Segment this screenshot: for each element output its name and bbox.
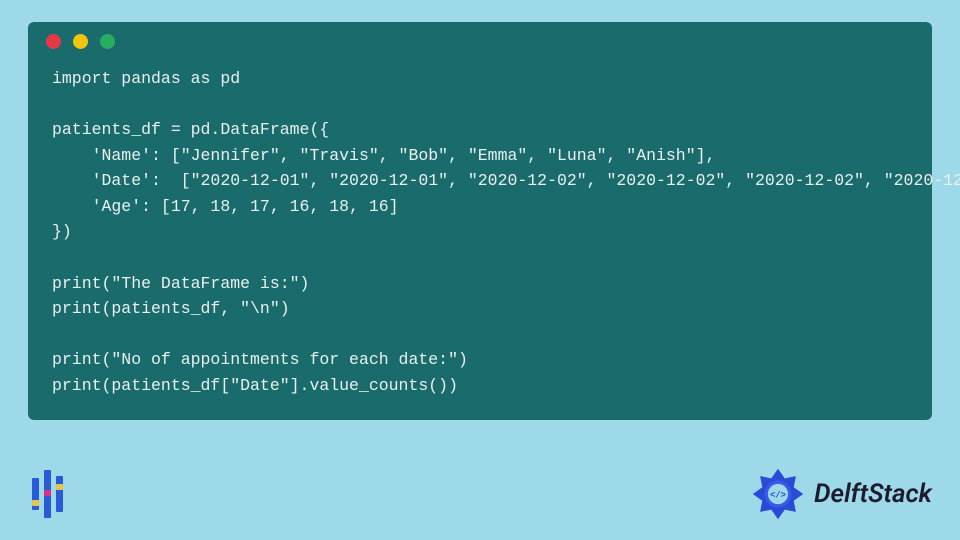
footer-logos: </> DelftStack <box>28 466 932 522</box>
code-window: import pandas as pd patients_df = pd.Dat… <box>28 22 932 420</box>
brand-logo: </> DelftStack <box>750 466 932 522</box>
seal-icon: </> <box>750 466 806 522</box>
brand-name: DelftStack <box>814 479 932 509</box>
window-titlebar <box>28 22 932 60</box>
close-icon <box>46 34 61 49</box>
maximize-icon <box>100 34 115 49</box>
left-logo-icon <box>28 470 76 518</box>
minimize-icon <box>73 34 88 49</box>
svg-text:</>: </> <box>770 490 786 500</box>
code-block: import pandas as pd patients_df = pd.Dat… <box>28 60 932 402</box>
